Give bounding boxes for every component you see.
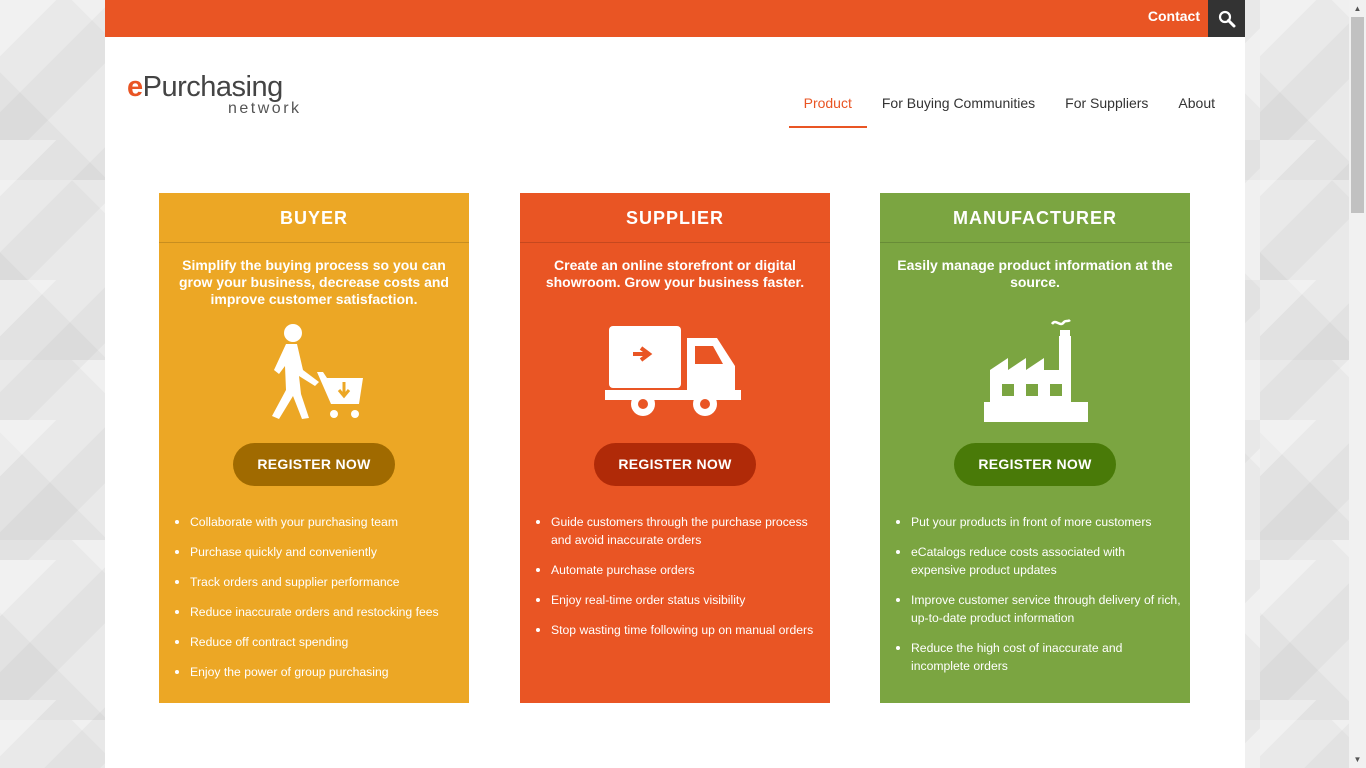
list-item: Purchase quickly and conveniently [175, 543, 460, 561]
list-item: Enjoy the power of group purchasing [175, 663, 460, 681]
list-item: Improve customer service through deliver… [896, 591, 1181, 627]
card-tagline: Create an online storefront or digital s… [545, 257, 805, 290]
nav-item-about[interactable]: About [1163, 85, 1230, 128]
list-item: Track orders and supplier performance [175, 573, 460, 591]
nav-item-product[interactable]: Product [788, 85, 867, 128]
header: ePurchasing network Product For Buying C… [105, 37, 1245, 137]
scroll-up-arrow-icon[interactable]: ▲ [1349, 0, 1366, 17]
scroll-thumb[interactable] [1351, 17, 1364, 213]
scroll-down-arrow-icon[interactable]: ▼ [1349, 751, 1366, 768]
card-title: SUPPLIER [520, 193, 830, 243]
logo-main-text: Purchasing [142, 71, 284, 103]
manufacturer-card: MANUFACTURER Easily manage product infor… [880, 193, 1190, 703]
main-nav: Product For Buying Communities For Suppl… [788, 85, 1230, 128]
list-item: Automate purchase orders [536, 561, 821, 579]
register-button[interactable]: REGISTER NOW [954, 443, 1116, 486]
page-container: Contact ePurchasing network Product For … [105, 0, 1245, 768]
feature-list: Put your products in front of more custo… [896, 513, 1181, 687]
buyer-card: BUYER Simplify the buying process so you… [159, 193, 469, 703]
search-button[interactable] [1208, 0, 1245, 37]
list-item: Enjoy real-time order status visibility [536, 591, 821, 609]
shopping-cart-person-icon [272, 324, 363, 419]
contact-link[interactable]: Contact [1148, 8, 1200, 24]
logo-sub-text: network [228, 100, 302, 117]
list-item: Reduce inaccurate orders and restocking … [175, 603, 460, 621]
list-item: Reduce off contract spending [175, 633, 460, 651]
card-tagline: Simplify the buying process so you can g… [179, 257, 449, 307]
list-item: Reduce the high cost of inaccurate and i… [896, 639, 1181, 675]
logo-e: e [127, 71, 143, 103]
nav-item-buying-communities[interactable]: For Buying Communities [867, 85, 1050, 128]
list-item: Guide customers through the purchase pro… [536, 513, 821, 549]
card-title: BUYER [159, 193, 469, 243]
delivery-truck-icon [605, 326, 741, 416]
vertical-scrollbar[interactable]: ▲ ▼ [1349, 0, 1366, 768]
register-button[interactable]: REGISTER NOW [594, 443, 756, 486]
feature-list: Guide customers through the purchase pro… [536, 513, 821, 651]
list-item: Put your products in front of more custo… [896, 513, 1181, 531]
nav-item-suppliers[interactable]: For Suppliers [1050, 85, 1163, 128]
register-button[interactable]: REGISTER NOW [233, 443, 395, 486]
factory-icon [984, 319, 1088, 422]
card-title: MANUFACTURER [880, 193, 1190, 243]
search-icon [1218, 10, 1235, 27]
feature-list: Collaborate with your purchasing team Pu… [175, 513, 460, 693]
list-item: Stop wasting time following up on manual… [536, 621, 821, 639]
supplier-card: SUPPLIER Create an online storefront or … [520, 193, 830, 703]
top-bar: Contact [105, 0, 1245, 37]
card-tagline: Easily manage product information at the… [897, 257, 1173, 290]
logo[interactable]: ePurchasing network [127, 71, 299, 117]
list-item: Collaborate with your purchasing team [175, 513, 460, 531]
list-item: eCatalogs reduce costs associated with e… [896, 543, 1181, 579]
